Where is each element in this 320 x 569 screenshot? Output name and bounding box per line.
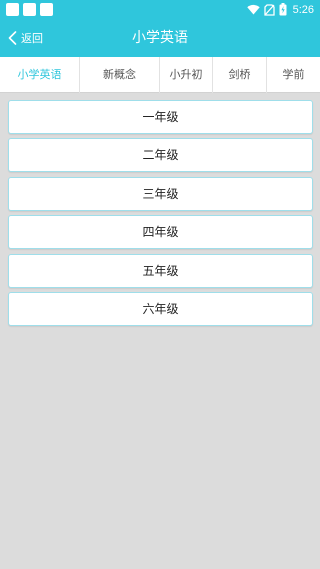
grade-1-button[interactable]: 一年级 — [8, 100, 313, 134]
tab-cambridge[interactable]: 剑桥 — [213, 57, 266, 93]
no-sim-icon — [263, 3, 275, 16]
grade-5-button[interactable]: 五年级 — [8, 254, 313, 288]
grade-4-button[interactable]: 四年级 — [8, 215, 313, 249]
battery-charging-icon — [279, 3, 287, 16]
app-screen: 5:26 返回 小学英语 小学英语 新概念 小升初 剑桥 学前 一年级 二年级 … — [0, 0, 320, 569]
grade-6-button[interactable]: 六年级 — [8, 292, 313, 326]
status-indicators: 5:26 — [246, 2, 314, 17]
back-button[interactable]: 返回 — [8, 19, 43, 57]
back-label: 返回 — [21, 32, 43, 45]
tab-primary-english[interactable]: 小学英语 — [0, 57, 79, 93]
app-notification-icon — [40, 3, 53, 16]
chevron-left-icon — [8, 31, 17, 45]
app-notification-icon — [6, 3, 19, 16]
category-tabs: 小学英语 新概念 小升初 剑桥 学前 — [0, 57, 320, 93]
tab-preschool[interactable]: 学前 — [267, 57, 320, 93]
status-time: 5:26 — [292, 3, 314, 16]
grade-2-button[interactable]: 二年级 — [8, 138, 313, 172]
app-notification-icon — [23, 3, 36, 16]
status-bar: 5:26 — [0, 0, 320, 19]
tab-new-concept[interactable]: 新概念 — [80, 57, 159, 93]
page-title: 小学英语 — [132, 30, 188, 46]
title-bar: 返回 小学英语 — [0, 19, 320, 57]
grade-3-button[interactable]: 三年级 — [8, 177, 313, 211]
wifi-icon — [246, 4, 260, 15]
tab-junior-entrance[interactable]: 小升初 — [160, 57, 212, 93]
